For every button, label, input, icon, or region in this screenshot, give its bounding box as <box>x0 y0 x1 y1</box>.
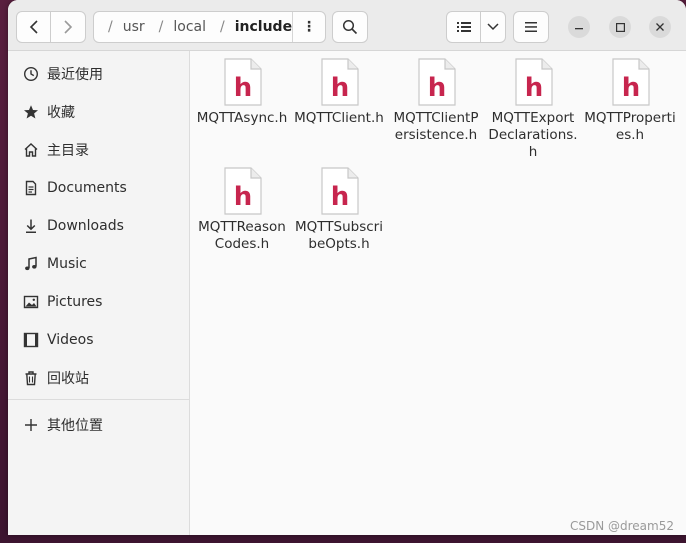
list-view-icon <box>456 22 471 32</box>
sidebar-item-documents[interactable]: Documents <box>8 172 189 204</box>
sidebar-item-videos[interactable]: Videos <box>8 324 189 356</box>
maximize-icon <box>615 22 625 32</box>
search-icon <box>342 19 358 35</box>
clock-icon <box>21 66 41 82</box>
c-header-file-icon: h <box>418 58 456 106</box>
sidebar-item-recent[interactable]: 最近使用 <box>8 58 189 90</box>
svg-text:h: h <box>234 73 253 103</box>
sidebar-item-label: 其他位置 <box>47 418 103 434</box>
path-separator: / <box>220 19 225 35</box>
hamburger-icon <box>525 22 537 32</box>
file-name: MQTTClient.h <box>294 110 384 126</box>
chevron-left-icon <box>29 20 38 34</box>
picture-icon <box>21 294 41 310</box>
watermark: CSDN @dream52 <box>569 519 674 533</box>
forward-button[interactable] <box>50 11 86 43</box>
svg-text:h: h <box>331 182 350 212</box>
sidebar-item-label: Documents <box>47 180 127 196</box>
sidebar-item-label: Videos <box>47 332 94 348</box>
sidebar-item-home[interactable]: 主目录 <box>8 134 189 166</box>
sidebar-item-music[interactable]: Music <box>8 248 189 280</box>
svg-text:h: h <box>428 73 447 103</box>
chevron-down-icon <box>487 23 499 31</box>
sidebar-item-label: 主目录 <box>47 143 89 159</box>
sidebar-item-label: 回收站 <box>47 371 89 387</box>
back-button[interactable] <box>16 11 51 43</box>
document-icon <box>21 180 41 196</box>
trash-icon <box>21 370 41 386</box>
music-icon <box>21 256 41 272</box>
home-icon <box>21 142 41 158</box>
c-header-file-icon: h <box>321 167 359 215</box>
close-icon <box>656 23 664 31</box>
file-name: MQTTAsync.h <box>196 110 288 126</box>
sidebar-item-trash[interactable]: 回收站 <box>8 362 189 394</box>
file-item[interactable]: h MQTTExportDeclarations.h <box>485 58 581 161</box>
sidebar-item-downloads[interactable]: Downloads <box>8 210 189 242</box>
path-separator: / <box>158 19 164 35</box>
svg-text:h: h <box>234 182 253 212</box>
file-item[interactable]: h MQTTSubscribeOpts.h <box>291 167 387 253</box>
close-button[interactable] <box>649 16 671 38</box>
path-separator: / <box>108 19 113 35</box>
file-grid: h MQTTAsync.h h MQTTClient.h h MQTTClien… <box>191 51 686 535</box>
video-icon <box>21 332 41 348</box>
sidebar-divider <box>8 399 189 400</box>
svg-text:h: h <box>622 73 641 103</box>
sidebar-item-starred[interactable]: 收藏 <box>8 96 189 128</box>
navigation-buttons <box>16 11 86 43</box>
sidebar-item-label: 最近使用 <box>47 67 103 83</box>
file-item[interactable]: h MQTTClient.h <box>291 58 387 127</box>
c-header-file-icon: h <box>224 58 262 106</box>
view-toggle-group <box>446 11 506 43</box>
sidebar-item-pictures[interactable]: Pictures <box>8 286 189 318</box>
path-segment-local[interactable]: local <box>173 19 206 35</box>
c-header-file-icon: h <box>612 58 650 106</box>
star-icon <box>21 104 41 120</box>
sidebar-item-label: 收藏 <box>47 105 75 121</box>
sidebar: 最近使用 收藏 主目录 Documents Downloads Music Pi… <box>8 51 190 535</box>
sidebar-item-label: Downloads <box>47 218 124 234</box>
list-view-button[interactable] <box>446 11 481 43</box>
file-name: MQTTSubscribeOpts.h <box>295 219 383 252</box>
sidebar-item-other-locations[interactable]: 其他位置 <box>8 409 189 441</box>
plus-icon <box>21 418 41 432</box>
view-options-dropdown[interactable] <box>480 11 506 43</box>
path-segment-include[interactable]: include <box>235 19 292 35</box>
c-header-file-icon: h <box>515 58 553 106</box>
file-name: MQTTProperties.h <box>584 110 676 143</box>
header-bar: / usr / local / include ⋮ <box>8 0 686 51</box>
download-icon <box>21 218 41 234</box>
c-header-file-icon: h <box>321 58 359 106</box>
sidebar-item-label: Pictures <box>47 294 103 310</box>
minimize-button[interactable] <box>568 16 590 38</box>
svg-text:h: h <box>331 73 350 103</box>
c-header-file-icon: h <box>224 167 262 215</box>
svg-text:h: h <box>525 73 544 103</box>
chevron-right-icon <box>64 20 73 34</box>
file-name: MQTTReasonCodes.h <box>198 219 286 252</box>
file-item[interactable]: h MQTTAsync.h <box>194 58 290 127</box>
maximize-button[interactable] <box>609 16 631 38</box>
path-menu-button[interactable]: ⋮ <box>292 12 325 42</box>
file-item[interactable]: h MQTTReasonCodes.h <box>194 167 290 253</box>
path-segment-usr[interactable]: usr <box>123 19 145 35</box>
file-name: MQTTExportDeclarations.h <box>488 110 578 160</box>
search-button[interactable] <box>332 11 368 43</box>
path-bar: / usr / local / include ⋮ <box>93 11 326 43</box>
file-item[interactable]: h MQTTProperties.h <box>582 58 678 144</box>
file-name: MQTTClientPersistence.h <box>393 110 479 143</box>
file-item[interactable]: h MQTTClientPersistence.h <box>388 58 484 144</box>
main-menu-button[interactable] <box>513 11 549 43</box>
minimize-icon <box>575 28 583 30</box>
file-manager-window: / usr / local / include ⋮ 最近使用 收藏 主目录 Do… <box>8 0 686 535</box>
sidebar-item-label: Music <box>47 256 87 272</box>
